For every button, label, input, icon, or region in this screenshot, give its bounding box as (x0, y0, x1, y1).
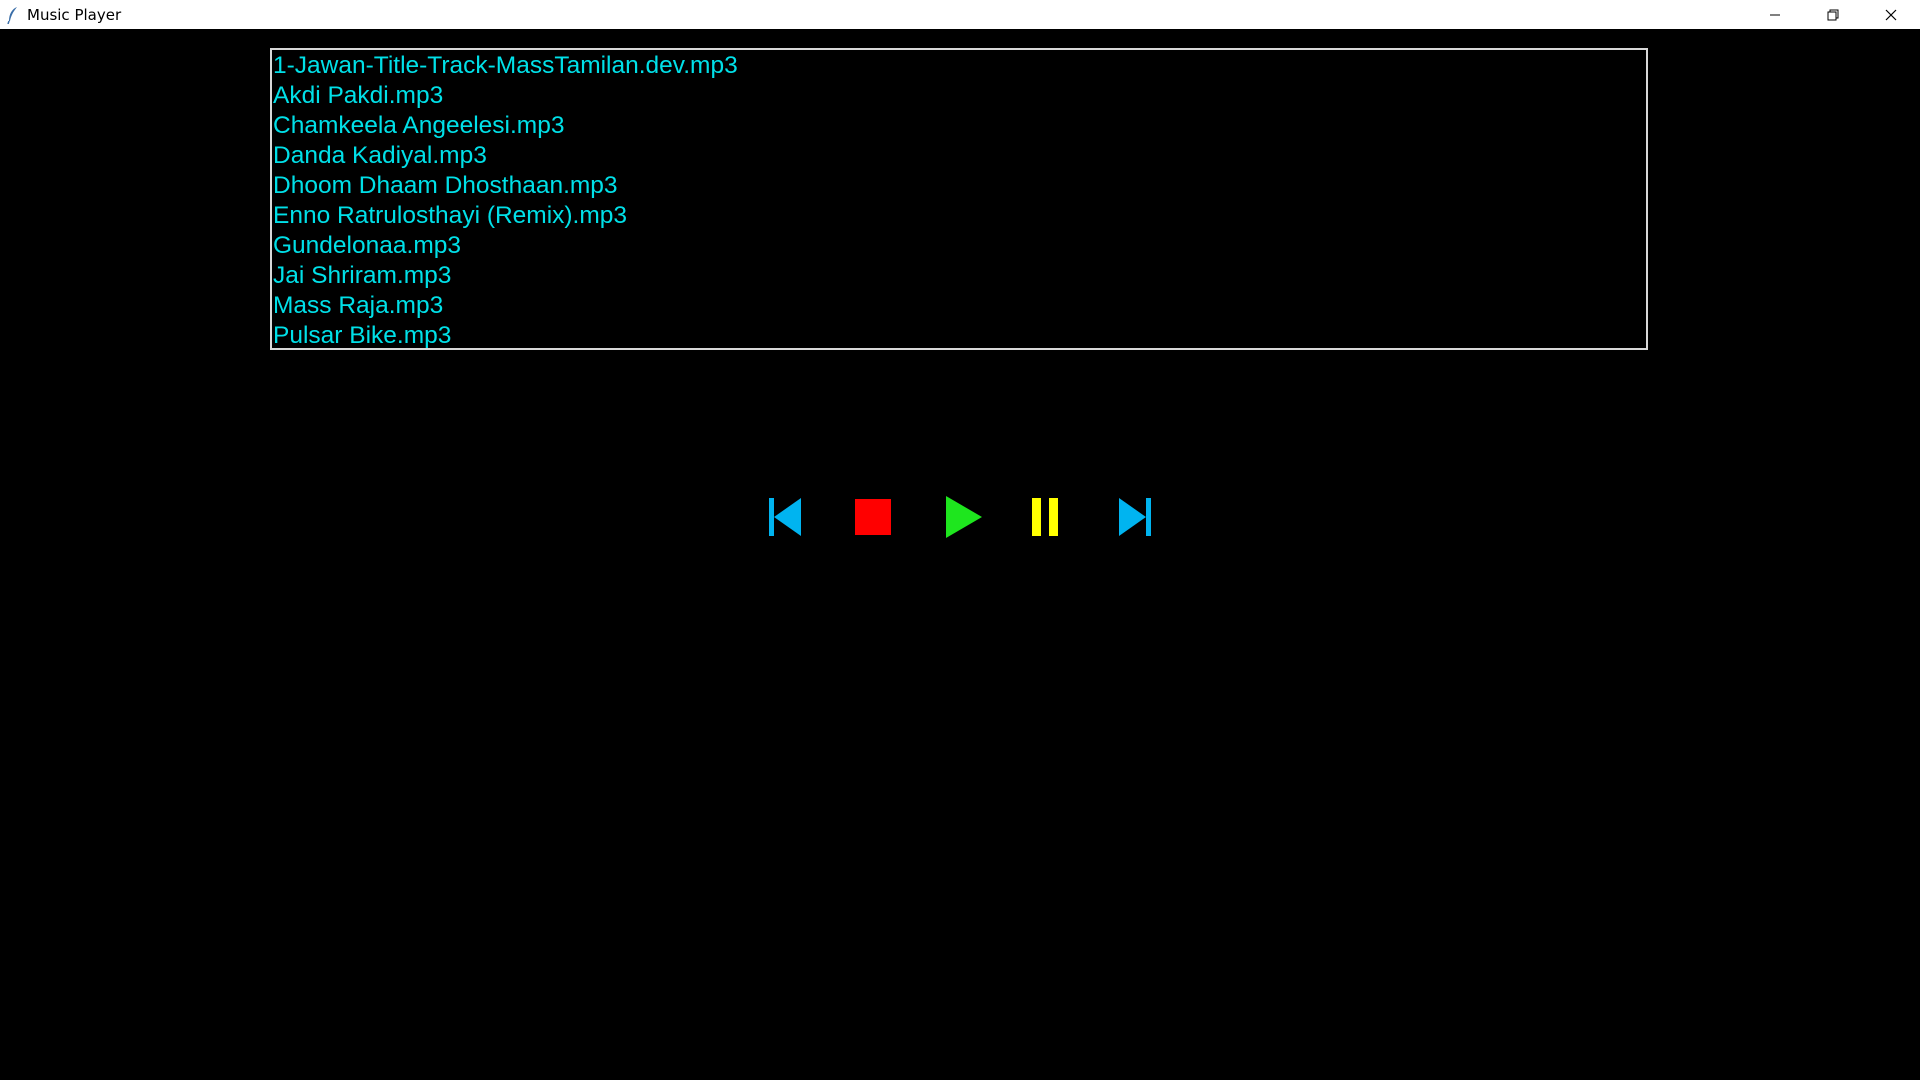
previous-button[interactable] (760, 487, 810, 547)
next-button[interactable] (1110, 487, 1160, 547)
song-item[interactable]: Dhoom Dhaam Dhosthaan.mp3 (273, 171, 1646, 201)
playback-controls (0, 487, 1920, 547)
play-icon (946, 496, 982, 538)
close-icon (1885, 9, 1897, 20)
restore-icon (1827, 9, 1839, 20)
stop-icon (855, 499, 891, 535)
song-item[interactable]: Danda Kadiyal.mp3 (273, 141, 1646, 171)
song-item[interactable]: Enno Ratrulosthayi (Remix).mp3 (273, 201, 1646, 231)
play-button[interactable] (941, 487, 985, 547)
song-item[interactable]: Chamkeela Angeelesi.mp3 (273, 111, 1646, 141)
previous-icon (769, 498, 801, 536)
song-item[interactable]: Jai Shriram.mp3 (273, 261, 1646, 291)
minimize-button[interactable] (1746, 0, 1804, 29)
song-item[interactable]: 1-Jawan-Title-Track-MassTamilan.dev.mp3 (273, 51, 1646, 81)
window-controls (1746, 0, 1920, 29)
song-item[interactable]: Akdi Pakdi.mp3 (273, 81, 1646, 111)
stop-button[interactable] (851, 487, 895, 547)
pause-icon (1032, 498, 1058, 536)
song-item[interactable]: Pulsar Bike.mp3 (273, 321, 1646, 348)
pause-button[interactable] (1024, 487, 1066, 547)
title-bar: Music Player (0, 0, 1920, 29)
next-icon (1119, 498, 1151, 536)
feather-icon (2, 0, 24, 29)
close-button[interactable] (1862, 0, 1920, 29)
window-title: Music Player (27, 5, 122, 24)
restore-button[interactable] (1804, 0, 1862, 29)
song-item[interactable]: Mass Raja.mp3 (273, 291, 1646, 321)
song-playlist[interactable]: 1-Jawan-Title-Track-MassTamilan.dev.mp3 … (270, 48, 1648, 350)
minimize-icon (1770, 14, 1780, 15)
song-item[interactable]: Gundelonaa.mp3 (273, 231, 1646, 261)
